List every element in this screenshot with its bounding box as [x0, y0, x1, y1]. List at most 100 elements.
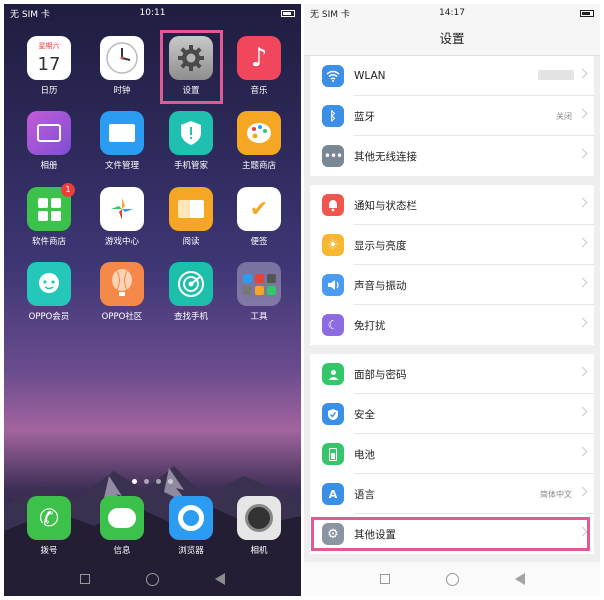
- settings-highlight-box: [160, 30, 223, 104]
- battery-icon: [580, 9, 594, 17]
- clock-text: 14:17: [439, 8, 465, 18]
- settings-item-bluetooth[interactable]: ᛒ 蓝牙 关闭: [310, 96, 594, 136]
- chevron-right-icon: [577, 277, 588, 288]
- navigation-bar: [4, 562, 301, 596]
- back-button[interactable]: [514, 573, 525, 585]
- app-label: 查找手机: [173, 312, 208, 322]
- settings-screen: 无 SIM 卡 14:17 设置 WLAN ᛒ 蓝牙 关闭 ••• 其他无线连接: [304, 4, 600, 596]
- settings-item-label: 面部与密码: [354, 368, 407, 381]
- phone-icon: ✆: [27, 496, 71, 540]
- settings-item-do-not-disturb[interactable]: ☾ 免打扰: [310, 305, 594, 345]
- app-label: 手机管家: [173, 161, 208, 171]
- speaker-icon: [322, 274, 344, 296]
- app-label: 文件管理: [104, 161, 139, 171]
- status-bar: 无 SIM 卡 10:11: [4, 4, 301, 22]
- settings-item-battery[interactable]: 电池: [310, 434, 594, 474]
- settings-item-value: 简体中文: [540, 489, 572, 499]
- language-icon: A: [322, 483, 344, 505]
- app-label: 便签: [250, 237, 268, 247]
- browser-icon: [169, 496, 213, 540]
- settings-item-label: 安全: [354, 408, 375, 421]
- photo-icon: [27, 111, 71, 155]
- calendar-icon: 星期六 17: [27, 36, 71, 80]
- app-theme-store[interactable]: 主题商店: [229, 111, 289, 171]
- settings-item-label: WLAN: [354, 70, 386, 82]
- tools-folder-icon: [237, 262, 281, 306]
- app-find-phone[interactable]: 查找手机: [161, 262, 221, 322]
- shield-check-icon: [322, 403, 344, 425]
- settings-group-display: 通知与状态栏 ☀ 显示与亮度 声音与振动 ☾ 免打扰: [310, 185, 594, 345]
- app-music[interactable]: ♪ 音乐: [229, 36, 289, 96]
- app-label: 相机: [250, 546, 268, 556]
- chevron-right-icon: [577, 366, 588, 377]
- settings-group-connectivity: WLAN ᛒ 蓝牙 关闭 ••• 其他无线连接: [310, 56, 594, 176]
- settings-item-notifications[interactable]: 通知与状态栏: [310, 185, 594, 225]
- app-label: 工具: [250, 312, 268, 322]
- recents-button[interactable]: [379, 574, 390, 584]
- chevron-right-icon: [577, 148, 588, 159]
- notification-badge: 1: [61, 183, 75, 197]
- settings-item-display[interactable]: ☀ 显示与亮度: [310, 225, 594, 265]
- app-notes[interactable]: ✔ 便签: [229, 187, 289, 247]
- settings-item-value: 关闭: [556, 111, 572, 121]
- camera-icon: [237, 496, 281, 540]
- home-button[interactable]: [445, 572, 459, 586]
- app-files[interactable]: 文件管理: [92, 111, 152, 171]
- settings-item-label: 免打扰: [354, 319, 386, 332]
- battery-icon: [281, 9, 295, 17]
- app-oppo-member[interactable]: OPPO会员: [19, 262, 79, 322]
- app-clock[interactable]: 时钟: [92, 36, 152, 96]
- app-phone-manager[interactable]: 手机管家: [161, 111, 221, 171]
- settings-item-wlan[interactable]: WLAN: [310, 56, 594, 96]
- settings-item-other-wireless[interactable]: ••• 其他无线连接: [310, 136, 594, 176]
- face-icon: [322, 363, 344, 385]
- app-gallery[interactable]: 相册: [19, 111, 79, 171]
- recents-button[interactable]: [80, 574, 90, 584]
- app-reading[interactable]: 阅读: [161, 187, 221, 247]
- chevron-right-icon: [577, 237, 588, 248]
- member-icon: [27, 262, 71, 306]
- moon-icon: ☾: [322, 314, 344, 336]
- page-title: 设置: [304, 22, 600, 56]
- dock-dialer[interactable]: ✆ 拨号: [19, 496, 79, 556]
- dock-browser[interactable]: 浏览器: [161, 496, 221, 556]
- dock-camera[interactable]: 相机: [229, 496, 289, 556]
- navigation-bar: [304, 562, 600, 596]
- clock-text: 10:11: [139, 8, 166, 18]
- other-settings-highlight-box: [311, 517, 590, 551]
- message-icon: [100, 496, 144, 540]
- wifi-icon: [322, 65, 344, 87]
- app-tools-folder[interactable]: 工具: [229, 262, 289, 322]
- app-software-store[interactable]: 1 软件商店: [19, 183, 79, 247]
- app-label: 阅读: [182, 237, 200, 247]
- app-game-center[interactable]: 游戏中心: [92, 187, 152, 247]
- settings-item-label: 语言: [354, 488, 375, 501]
- settings-item-security[interactable]: 安全: [310, 394, 594, 434]
- settings-item-face-password[interactable]: 面部与密码: [310, 354, 594, 394]
- app-oppo-community[interactable]: OPPO社区: [92, 262, 152, 322]
- clock-icon: [100, 36, 144, 80]
- app-calendar[interactable]: 星期六 17 日历: [19, 36, 79, 96]
- settings-item-label: 声音与振动: [354, 279, 407, 292]
- app-label: 时钟: [113, 86, 131, 96]
- settings-item-language[interactable]: A 语言 简体中文: [310, 474, 594, 514]
- home-screen: 无 SIM 卡 10:11 星期六 17 日历 时钟 设置 ♪ 音乐 相册 文件…: [4, 4, 301, 596]
- app-label: 游戏中心: [104, 237, 139, 247]
- music-icon: ♪: [237, 36, 281, 80]
- home-button[interactable]: [146, 572, 159, 586]
- balloon-icon: [100, 262, 144, 306]
- bluetooth-icon: ᛒ: [322, 105, 344, 127]
- folder-icon: [100, 111, 144, 155]
- app-label: 浏览器: [178, 546, 204, 556]
- chevron-right-icon: [577, 197, 588, 208]
- app-label: 信息: [113, 546, 131, 556]
- calendar-day: 17: [37, 53, 61, 75]
- note-icon: ✔: [237, 187, 281, 231]
- sun-icon: ☀: [322, 234, 344, 256]
- back-button[interactable]: [215, 573, 225, 585]
- settings-item-sound[interactable]: 声音与振动: [310, 265, 594, 305]
- app-label: 日历: [40, 86, 58, 96]
- app-label: 拨号: [40, 546, 58, 556]
- app-label: 主题商店: [241, 161, 276, 171]
- dock-messages[interactable]: 信息: [92, 496, 152, 556]
